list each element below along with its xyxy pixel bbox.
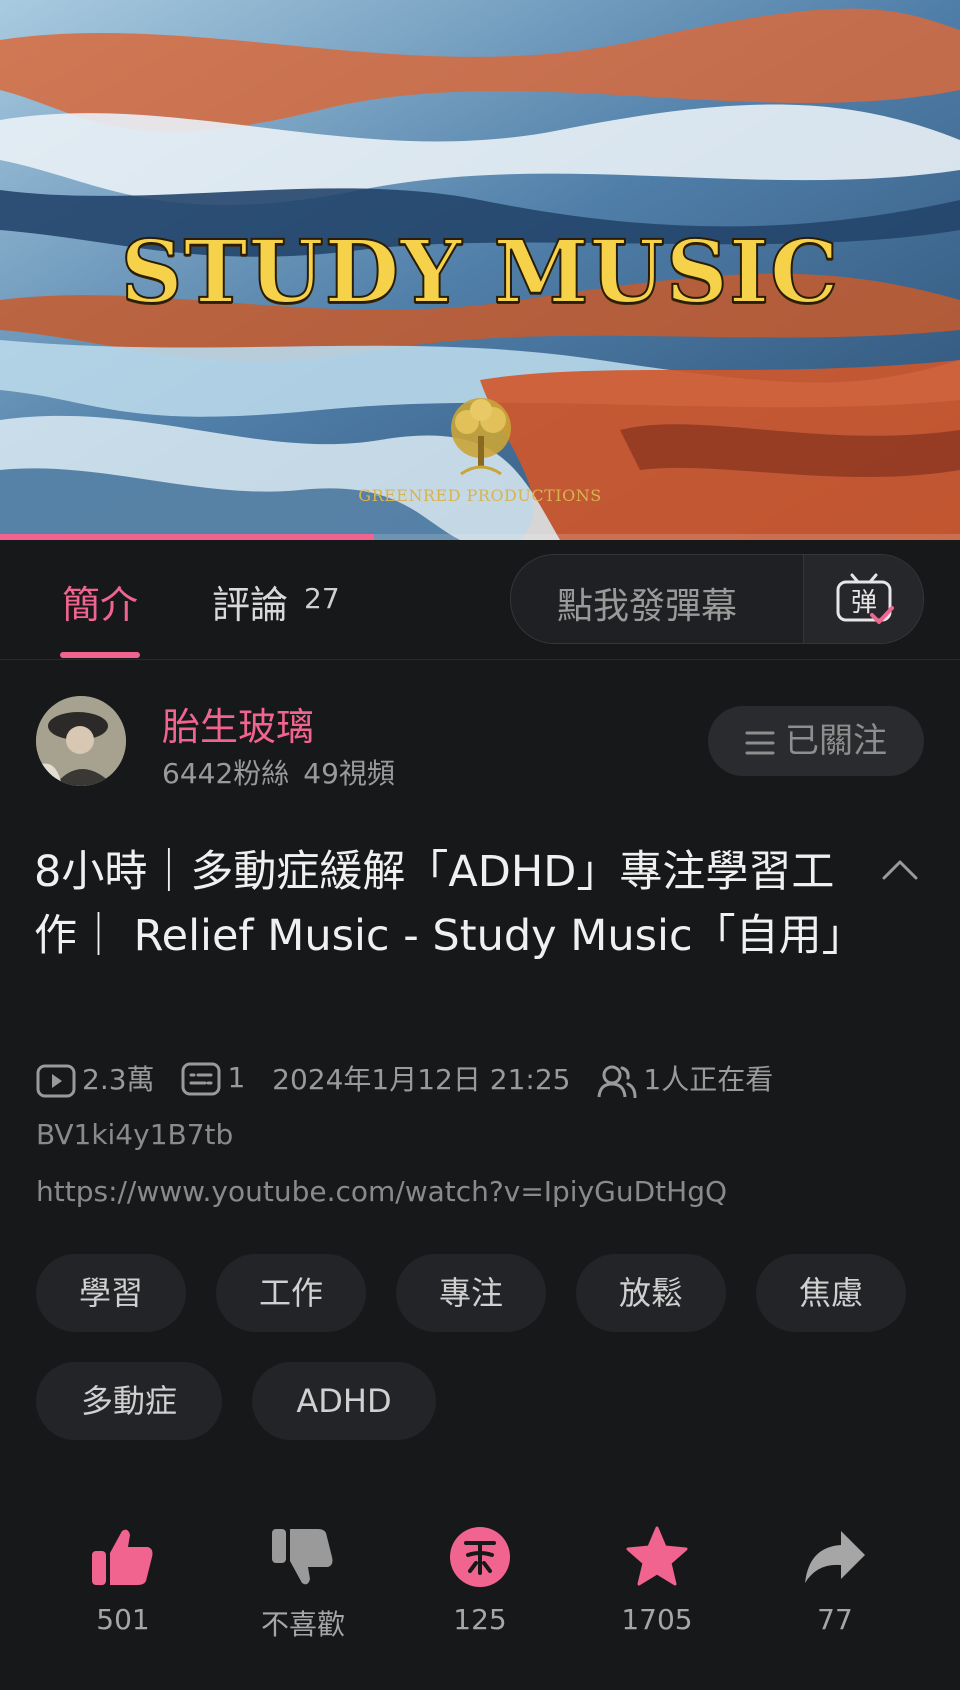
- video-count: 49視頻: [303, 757, 395, 790]
- coin-icon: [450, 1527, 510, 1587]
- tag-item[interactable]: 放鬆: [576, 1254, 726, 1332]
- video-meta: 2.3萬 1 2024年1月12日 21:25 1人正在看: [36, 1058, 791, 1099]
- watching-item: 1人正在看: [597, 1058, 774, 1099]
- coin-count: 125: [453, 1603, 507, 1636]
- danmaku-count-item: 1: [181, 1061, 245, 1096]
- followed-button[interactable]: 已關注: [708, 706, 924, 776]
- author-name[interactable]: 胎生玻璃: [162, 696, 314, 751]
- tag-item[interactable]: 專注: [396, 1254, 546, 1332]
- tab-comments[interactable]: 評論: [212, 574, 288, 629]
- source-url[interactable]: https://www.youtube.com/watch?v=IpiyGuDt…: [36, 1175, 727, 1208]
- tag-item[interactable]: 多動症: [36, 1362, 222, 1440]
- follower-count: 6442粉絲: [162, 757, 290, 790]
- view-count-item: 2.3萬: [36, 1058, 155, 1098]
- avatar[interactable]: [36, 696, 126, 786]
- dislike-label: 不喜歡: [260, 1608, 345, 1641]
- publish-date: 2024年1月12日 21:25: [272, 1063, 571, 1096]
- production-logo-text: GREENRED PRODUCTIONS: [358, 486, 602, 505]
- like-button[interactable]: 501: [48, 1525, 198, 1636]
- share-button[interactable]: 77: [760, 1525, 910, 1636]
- danmaku-bar: 點我發彈幕 弹: [510, 554, 924, 644]
- danmaku-toggle-button[interactable]: 弹: [804, 555, 923, 643]
- comments-count: 27: [304, 582, 340, 615]
- dislike-button[interactable]: 不喜歡: [228, 1525, 378, 1643]
- favorite-count: 1705: [621, 1603, 693, 1636]
- like-count: 501: [96, 1603, 150, 1636]
- watching-count: 1人正在看: [643, 1063, 774, 1096]
- danmaku-count-icon: [181, 1062, 221, 1095]
- action-bar: 501 不喜歡 125 1705 77: [0, 1525, 960, 1645]
- viewers-icon: [597, 1065, 637, 1099]
- favorite-button[interactable]: 1705: [582, 1525, 732, 1636]
- danmaku-count: 1: [227, 1060, 246, 1094]
- video-player[interactable]: STUDY MUSIC GREENRED PRODUCTIONS: [0, 0, 960, 540]
- thumbs-up-icon: [92, 1529, 153, 1585]
- video-title: 8小時｜多動症緩解「ADHD」專注學習工作｜ Relief Music - St…: [34, 847, 865, 961]
- avatar-image: [36, 696, 126, 786]
- tag-item[interactable]: 學習: [36, 1254, 186, 1332]
- author-stats: 6442粉絲 49視頻: [162, 752, 409, 792]
- tag-item[interactable]: 工作: [216, 1254, 366, 1332]
- active-tab-indicator: [60, 652, 140, 658]
- coin-button[interactable]: 125: [405, 1525, 555, 1636]
- play-count-icon: [36, 1064, 76, 1098]
- danmaku-input[interactable]: 點我發彈幕: [557, 577, 737, 629]
- tab-bar: 簡介 評論 27 點我發彈幕 弹: [0, 540, 960, 660]
- author-section: 胎生玻璃 6442粉絲 49視頻 已關注: [0, 690, 960, 790]
- video-thumbnail-title: STUDY MUSIC: [120, 221, 840, 324]
- share-count: 77: [817, 1603, 853, 1636]
- menu-icon: [745, 731, 775, 754]
- chevron-up-icon[interactable]: [880, 858, 920, 882]
- star-icon: [626, 1526, 688, 1586]
- tag-item[interactable]: 焦慮: [756, 1254, 906, 1332]
- thumbs-down-icon: [272, 1529, 333, 1585]
- share-icon: [805, 1531, 865, 1583]
- followed-label: 已關注: [785, 721, 887, 761]
- tab-intro[interactable]: 簡介: [62, 574, 138, 629]
- danmaku-icon: 弹: [836, 573, 894, 624]
- bv-id: BV1ki4y1B7tb: [36, 1118, 234, 1151]
- view-count: 2.3萬: [82, 1063, 155, 1096]
- tag-item[interactable]: ADHD: [252, 1362, 436, 1440]
- tree-logo-icon: [451, 398, 511, 476]
